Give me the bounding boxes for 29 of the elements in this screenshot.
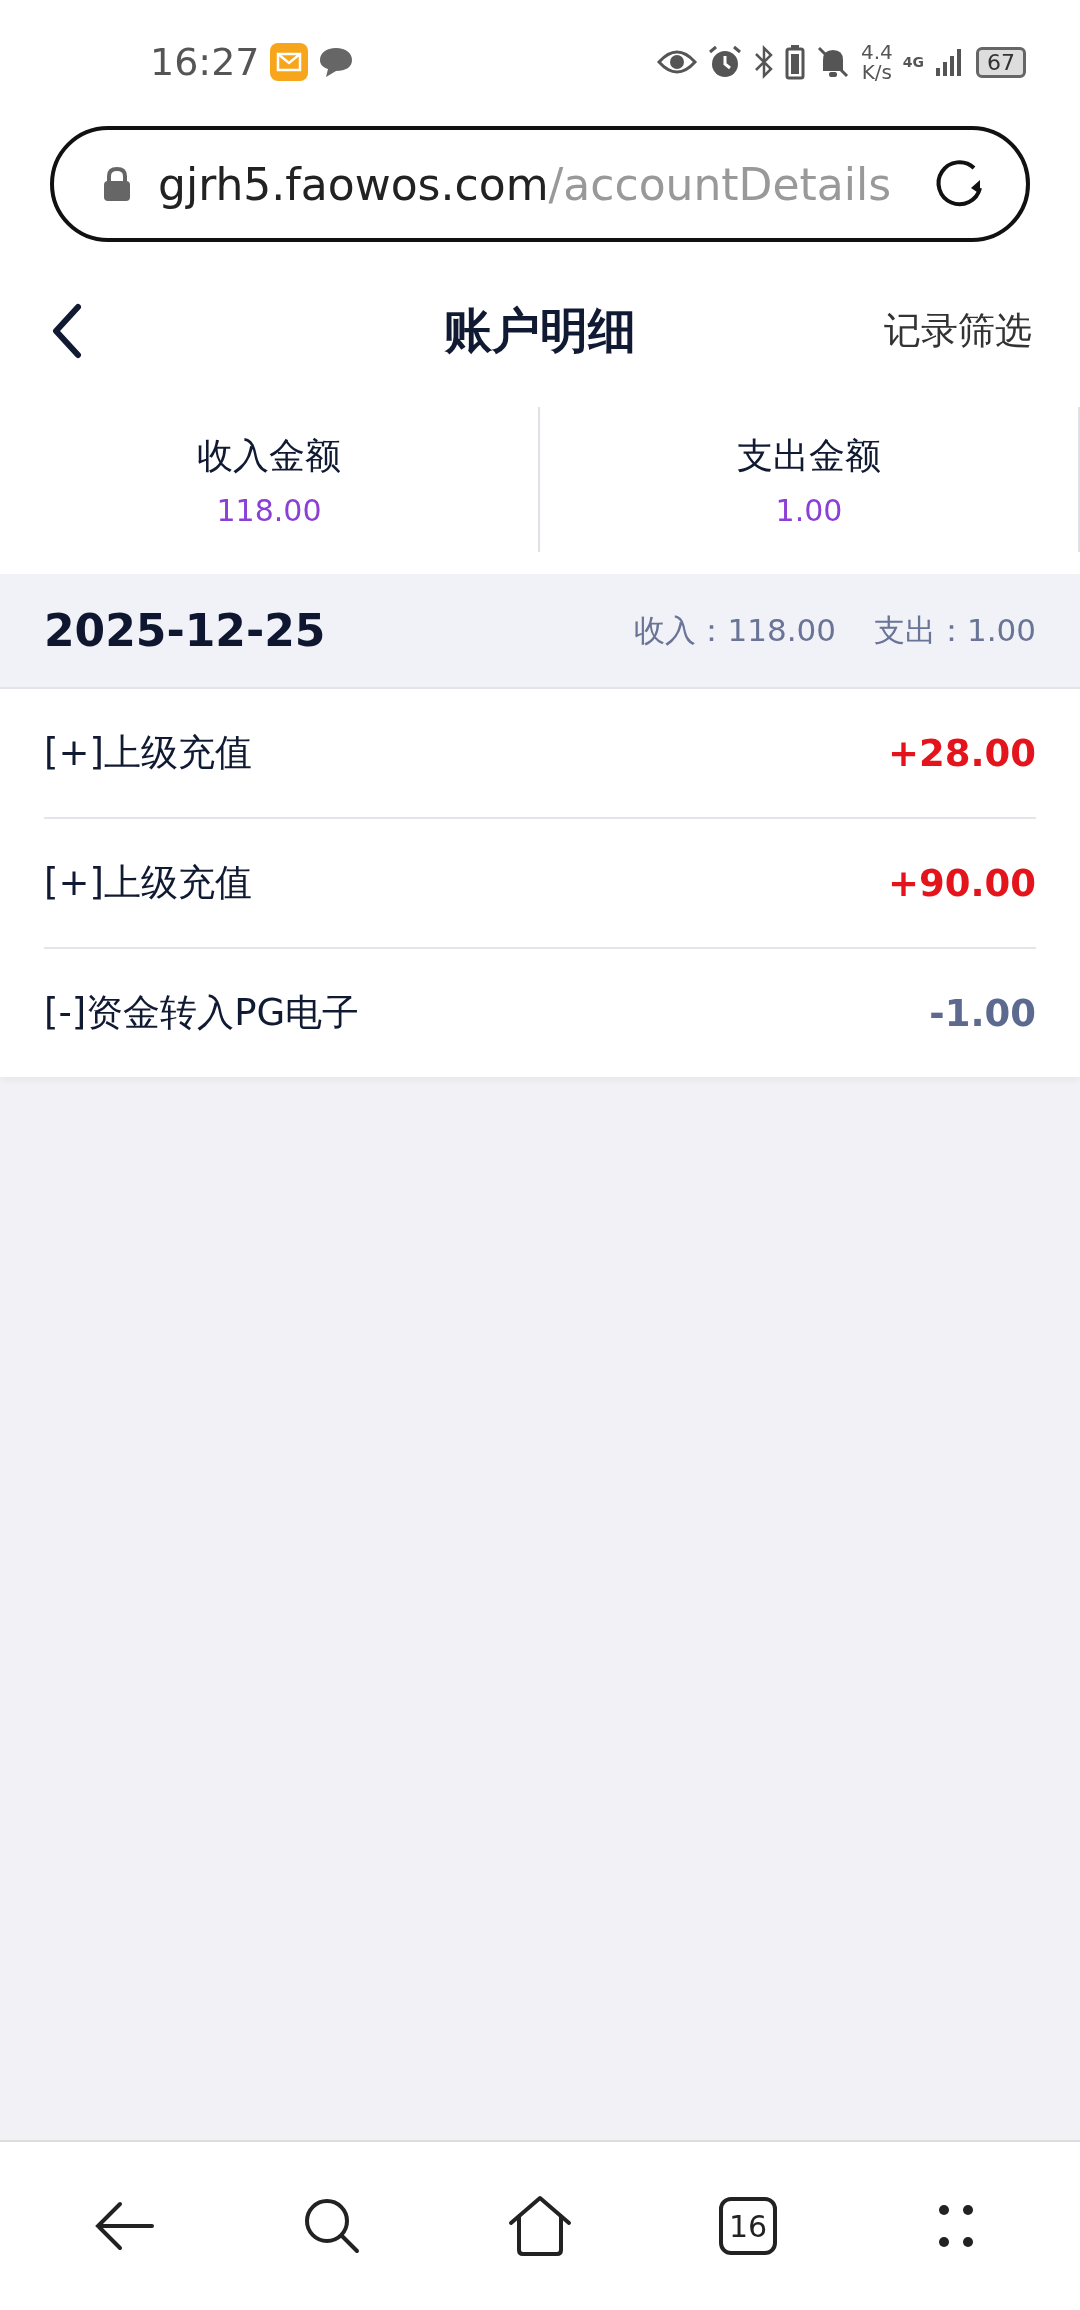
summary-label: 支出金额 (737, 433, 881, 478)
record-amount: +90.00 (887, 861, 1036, 905)
lock-icon (102, 166, 132, 202)
record-amount: -1.00 (929, 991, 1036, 1035)
record-amount: +28.00 (887, 731, 1036, 775)
mail-icon (269, 43, 308, 81)
eye-icon (656, 48, 697, 76)
bluetooth-icon (752, 44, 775, 80)
filter-button[interactable]: 记录筛选 (884, 305, 1032, 356)
address-bar[interactable]: gjrh5.faowos.com/accountDetails (50, 126, 1030, 242)
network-type: 4G (902, 54, 924, 70)
url-text: gjrh5.faowos.com/accountDetails (158, 158, 893, 210)
record-title: [-]资金转入PG电子 (44, 990, 360, 1036)
page-title: 账户明细 (444, 300, 636, 360)
summary-label: 收入金额 (197, 433, 341, 478)
status-time: 16:27 (150, 40, 260, 84)
network-speed: 4.4 K/s (860, 42, 893, 82)
battery-level: 67 (976, 46, 1026, 78)
chat-bubble-icon (317, 46, 354, 78)
tabs-button[interactable]: 16 (719, 2197, 777, 2255)
alarm-icon (706, 44, 743, 80)
battery-saver-icon (784, 44, 805, 80)
day-income: 收入：118.00 (634, 610, 836, 650)
summary-value: 1.00 (775, 492, 843, 528)
record-title: [+]上级充值 (44, 730, 252, 776)
day-expense: 支出：1.00 (873, 610, 1036, 650)
date-text: 2025-12-25 (44, 605, 326, 656)
record-title: [+]上级充值 (44, 860, 252, 906)
summary-value: 118.00 (216, 492, 322, 528)
